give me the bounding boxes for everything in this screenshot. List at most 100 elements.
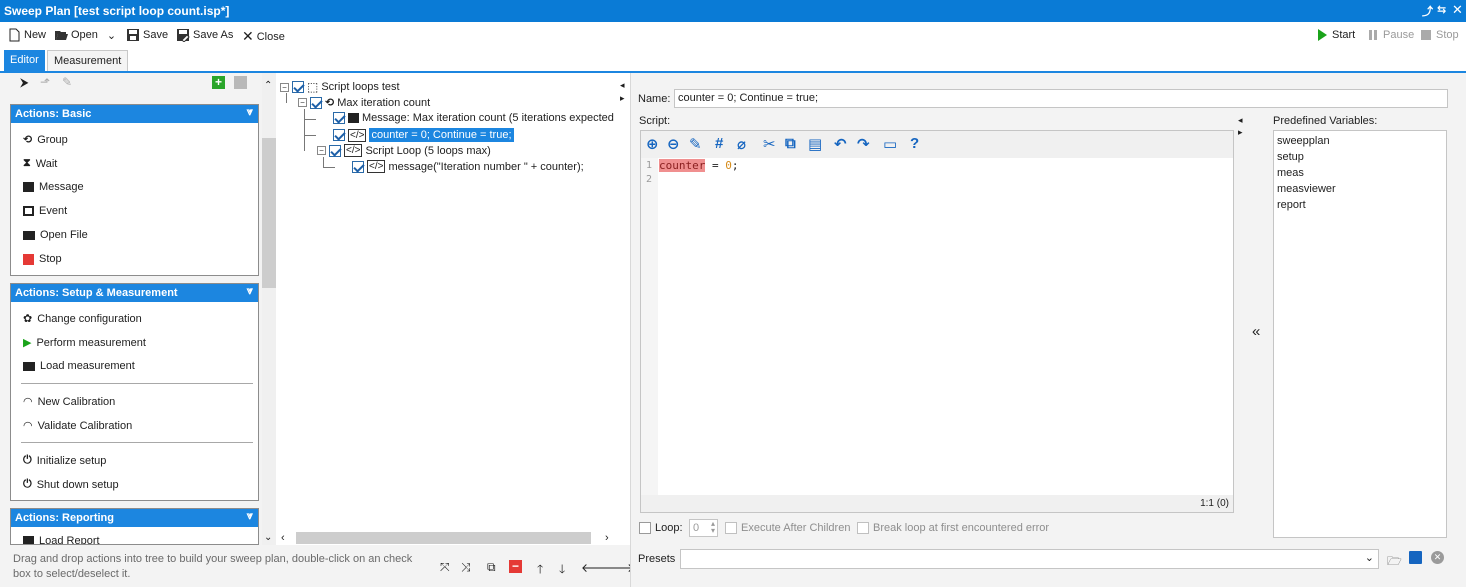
pin-icon[interactable]: ⤴ (1422, 3, 1433, 19)
break-loop-checkbox[interactable] (857, 522, 869, 534)
zoom-in-icon[interactable]: ⊕ (646, 135, 659, 153)
remove-icon[interactable] (234, 76, 247, 89)
checkbox[interactable] (333, 129, 345, 141)
edit-icon[interactable]: ✎ (62, 75, 72, 89)
undo-icon[interactable]: ↶ (834, 135, 847, 153)
action-message[interactable]: Message (23, 181, 84, 193)
add-icon[interactable]: + (212, 76, 225, 89)
action-initialize-setup[interactable]: ⏻ Initialize setup (23, 454, 106, 467)
script-editor[interactable]: ⊕ ⊖ ✎ # ⌀ ✂ ⧉ ▤ ↶ ↷ ▭ ? 1 2 counter = 0;… (640, 130, 1234, 513)
list-item[interactable]: setup (1277, 151, 1304, 163)
break-loop-option[interactable]: Break loop at first encountered error (857, 522, 1049, 534)
save-preset-icon[interactable] (1409, 551, 1422, 564)
scroll-up-icon[interactable]: ⌃ (264, 80, 272, 91)
loop-count-spinner[interactable]: 0 ▴ ▾ (689, 519, 718, 537)
close-button[interactable]: ✕ Close (242, 28, 285, 45)
chevron-down-icon[interactable]: ⌄ (107, 29, 116, 42)
zoom-out-icon[interactable]: ⊖ (667, 135, 680, 153)
tab-editor[interactable]: Editor (4, 50, 45, 71)
clear-preset-icon[interactable]: ✕ (1431, 551, 1444, 564)
tab-measurement[interactable]: Measurement (47, 50, 129, 71)
hash-icon[interactable]: # (715, 135, 723, 152)
section-reporting-header[interactable]: Actions: Reporting ⩔ (11, 509, 258, 527)
move-up-icon[interactable]: 🡑 (537, 560, 543, 581)
collapse-toggle-icon[interactable]: − (317, 146, 326, 155)
tree-node-group[interactable]: − ⟲ Max iteration count (298, 96, 430, 109)
save-button[interactable]: Save (126, 28, 168, 42)
action-shut-down-setup[interactable]: ⏻ Shut down setup (23, 478, 119, 491)
checkbox[interactable] (329, 144, 341, 157)
action-event[interactable]: Event (23, 205, 67, 217)
clip-icon[interactable]: ⌀ (737, 135, 746, 153)
scroll-down-icon[interactable]: ⌄ (264, 532, 272, 543)
action-new-calibration[interactable]: ◠ New Calibration (23, 395, 115, 409)
actions-scrollbar-thumb[interactable] (262, 138, 276, 288)
action-load-report[interactable]: Load Report (23, 535, 100, 544)
presets-select[interactable]: ⌄ (680, 549, 1379, 569)
scroll-left-icon[interactable]: ‹ (281, 532, 285, 544)
list-item[interactable]: meas (1277, 167, 1304, 179)
paste-icon[interactable]: ▤ (808, 135, 822, 153)
section-setup-header[interactable]: Actions: Setup & Measurement ⩔ (11, 284, 258, 302)
code-line[interactable]: counter = 0; (659, 159, 738, 172)
list-item[interactable]: measviewer (1277, 183, 1336, 195)
action-validate-calibration[interactable]: ◠ Validate Calibration (23, 419, 132, 433)
restore-icon[interactable]: ⇆ (1437, 3, 1446, 16)
collapse-chevron-icon[interactable]: ⩔ (247, 106, 253, 119)
action-stop[interactable]: Stop (23, 253, 62, 265)
pencil-icon[interactable]: ✎ (689, 135, 702, 153)
redo-icon[interactable]: ↷ (857, 135, 870, 153)
folder-open-icon[interactable]: 🗁 (1387, 552, 1402, 573)
help-icon[interactable]: ? (910, 135, 919, 152)
new-button[interactable]: New (7, 28, 46, 42)
delete-icon[interactable]: − (509, 560, 522, 573)
action-change-configuration[interactable]: ✿ Change configuration (23, 312, 142, 326)
section-basic-header[interactable]: Actions: Basic ⩔ (11, 105, 258, 123)
action-load-measurement[interactable]: Load measurement (23, 360, 135, 372)
copy-icon[interactable]: ⧉ (785, 135, 796, 152)
splitter-arrow-icon[interactable]: ▸ (1238, 127, 1243, 138)
execute-after-children-checkbox[interactable] (725, 522, 737, 534)
start-button[interactable]: Start (1315, 28, 1355, 42)
collapse-chevron-icon[interactable]: ⩔ (247, 285, 253, 298)
cut-icon[interactable]: ✂ (763, 135, 776, 153)
move-down-icon[interactable]: 🡓 (559, 560, 565, 581)
tree-hscrollbar-thumb[interactable] (296, 532, 591, 544)
expand-all-icon[interactable]: ⤧ (440, 560, 450, 575)
list-item[interactable]: sweepplan (1277, 135, 1330, 147)
splitter-arrow-icon[interactable]: ◂ (620, 80, 625, 91)
collapse-all-icon[interactable]: ⤨ (461, 560, 471, 575)
action-open-file[interactable]: Open File (23, 229, 88, 241)
export-icon[interactable]: ⬏ (40, 75, 50, 89)
checkbox[interactable] (333, 112, 345, 124)
scroll-right-icon[interactable]: › (605, 532, 609, 544)
tree-node-loop-script[interactable]: </> message("Iteration number " + counte… (352, 160, 584, 173)
splitter-arrow-icon[interactable]: ◂ (1238, 115, 1243, 126)
comment-icon[interactable]: ▭ (883, 135, 897, 153)
loop-checkbox[interactable] (639, 522, 651, 534)
collapse-panel-icon[interactable]: « (1252, 323, 1260, 340)
pause-button[interactable]: Pause (1366, 28, 1414, 42)
spinner-arrows-icon[interactable]: ▴ ▾ (711, 520, 715, 535)
tree-node-root[interactable]: − ⬚ Script loops test (280, 80, 400, 94)
checkbox[interactable] (292, 81, 304, 93)
open-button[interactable]: Open ⌄ (54, 28, 116, 42)
close-window-icon[interactable]: ✕ (1452, 2, 1463, 18)
action-wait[interactable]: ⧗ Wait (23, 157, 57, 170)
name-field[interactable]: counter = 0; Continue = true; (674, 89, 1448, 108)
tree-node-message[interactable]: Message: Max iteration count (5 iteratio… (333, 112, 614, 124)
collapse-toggle-icon[interactable]: − (298, 98, 307, 107)
list-item[interactable]: report (1277, 199, 1306, 211)
tree-node-script[interactable]: </> counter = 0; Continue = true; (333, 128, 514, 142)
action-perform-measurement[interactable]: ▶ Perform measurement (23, 336, 146, 350)
move-icon[interactable]: ⮞ (20, 75, 29, 90)
duplicate-icon[interactable]: ⧉ (487, 560, 496, 575)
checkbox[interactable] (310, 96, 322, 109)
chevron-down-icon[interactable]: ⌄ (1365, 551, 1374, 564)
stop-button[interactable]: Stop (1419, 28, 1459, 42)
execute-after-children-option[interactable]: Execute After Children (725, 522, 850, 534)
collapse-toggle-icon[interactable]: − (280, 82, 289, 92)
collapse-chevron-icon[interactable]: ⩔ (247, 510, 253, 523)
loop-option[interactable]: Loop: (639, 522, 683, 534)
save-as-button[interactable]: Save As (176, 28, 233, 42)
